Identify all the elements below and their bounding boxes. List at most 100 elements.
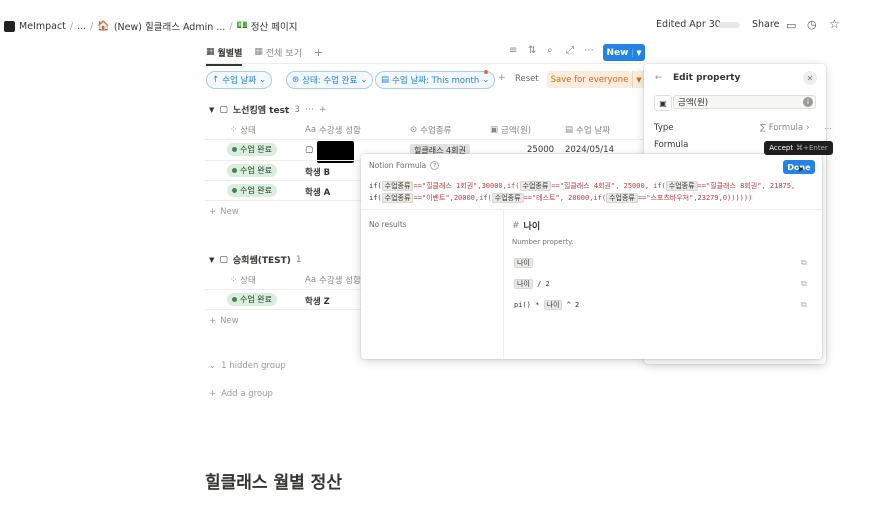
page-icon: ▢ [219, 254, 228, 265]
new-row-button[interactable]: + New [209, 207, 239, 217]
property-token: 수업종류 [381, 193, 414, 203]
column-header-status[interactable]: ⁘ 상태 [230, 274, 256, 286]
formula-input[interactable]: if(수업종류 =="힐클래스 1회권",30000,if(수업종류 =="힐클래스… [369, 180, 817, 204]
group-header[interactable]: ▼ ▢ 승희쌤(TEST) 1 [209, 253, 302, 267]
formula-line-2: if(수업종류 =="이벤트",20000,if(수업종류 =="테스트", 200… [369, 193, 753, 203]
add-view-button[interactable]: + [314, 46, 323, 59]
divider [205, 200, 361, 201]
close-icon[interactable]: ✕ [803, 71, 817, 85]
sort-icon[interactable]: ⇅ [528, 45, 536, 56]
sigma-icon: ∑ [760, 123, 766, 133]
help-icon[interactable]: ? [430, 161, 440, 170]
money-icon: ▣ [490, 125, 499, 135]
avatar[interactable] [718, 22, 740, 28]
tab-all[interactable]: ▦ 전체 보기 [254, 46, 302, 59]
caret-down-icon[interactable]: ▼ [209, 106, 214, 114]
status-icon: ⁘ [230, 125, 238, 135]
formula-title: Notion Formula ? [369, 161, 440, 170]
status-icon: ⁘ [230, 275, 238, 285]
page-icon: ▢ [305, 145, 314, 155]
breadcrumb-workspace[interactable]: MeImpact [19, 21, 66, 32]
page-icon: ▢ [219, 104, 228, 115]
breadcrumb-ellipsis[interactable]: ... [77, 21, 86, 32]
status-filter-chip[interactable]: ⊛ 상태: 수업 완료 ⌄ [286, 71, 374, 89]
money-icon[interactable]: ▣ [654, 95, 672, 111]
text-type-icon: Aa [305, 125, 317, 135]
chevron-down-icon: ⌄ [360, 75, 368, 85]
type-selector[interactable]: ∑ Formula › [760, 123, 810, 133]
page-heading: 힐클래스 월별 정산 [205, 473, 342, 493]
more-icon[interactable]: ⋯ [305, 105, 314, 115]
table-icon: ▦ [206, 47, 215, 57]
divider [205, 63, 643, 64]
arrow-up-icon: ↑ [212, 75, 220, 85]
group-header[interactable]: ▼ ▢ 노선킹엠 test 3 ⋯ + [209, 103, 327, 117]
copy-icon[interactable]: ⧉ [801, 279, 807, 289]
add-group-button[interactable]: + Add a group [209, 389, 273, 399]
copy-icon[interactable]: ⧉ [801, 300, 807, 310]
accept-tooltip: Accept ⌘+Enter [764, 141, 833, 155]
property-token: 수업종류 [381, 181, 414, 191]
column-header-name[interactable]: Aa 수강생 성함 [305, 124, 361, 136]
status-badge[interactable]: 수업 완료 [227, 184, 277, 197]
calendar-icon: ▤ [381, 75, 390, 85]
column-header-status[interactable]: ⁘ 상태 [230, 124, 256, 136]
expand-icon[interactable]: ⤢ [566, 45, 574, 56]
property-token: 수업종류 [606, 193, 638, 203]
save-for-everyone-button[interactable]: Save for everyone [547, 71, 632, 88]
select-icon: ⊙ [410, 125, 418, 135]
chevron-down-icon[interactable]: ▼ [632, 48, 645, 57]
house-icon: 🏠 [97, 20, 110, 32]
property-token: 수업종류 [519, 181, 552, 191]
breadcrumb-parent[interactable]: (New) 힐클래스 Admin ... [114, 19, 226, 33]
copy-icon[interactable]: ⧉ [801, 258, 807, 268]
add-icon[interactable]: + [319, 105, 327, 115]
formula-example[interactable]: 나이 [514, 258, 533, 268]
star-icon[interactable]: ☆ [829, 17, 840, 31]
divider [205, 160, 361, 161]
filter-changed-dot [484, 70, 488, 74]
student-name[interactable]: 학생 A [305, 186, 330, 198]
back-arrow-icon[interactable]: ← [655, 73, 663, 83]
date-range-filter-chip[interactable]: ▤ 수업 날짜: This month ⌄ [375, 71, 496, 89]
breadcrumb-current[interactable]: 정산 페이지 [251, 19, 298, 33]
new-button[interactable]: New ▼ [603, 44, 645, 61]
more-icon[interactable]: ⋯ [584, 45, 594, 56]
status-badge[interactable]: 수업 완료 [227, 164, 277, 177]
reset-button[interactable]: Reset [515, 74, 539, 84]
column-header-date[interactable]: ▤ 수업 날짜 [565, 124, 610, 136]
date-sort-chip[interactable]: ↑ 수업 날짜 ⌄ [206, 71, 273, 89]
status-badge[interactable]: 수업 완료 [227, 143, 277, 156]
add-filter-button[interactable]: + [498, 73, 506, 83]
more-icon[interactable]: ⋯ [824, 124, 832, 133]
divider [361, 209, 822, 210]
student-name[interactable]: 학생 Z [305, 295, 330, 307]
property-name-input[interactable]: 금액(원) [673, 95, 816, 109]
clock-icon[interactable]: ◷ [807, 18, 817, 31]
filter-icon[interactable]: ≡ [509, 45, 517, 56]
formula-example[interactable]: pi() * 나이 ^ 2 [514, 300, 579, 310]
status-badge[interactable]: 수업 완료 [227, 293, 277, 306]
comment-icon[interactable]: ▭ [786, 19, 796, 32]
hidden-group-toggle[interactable]: ⌄ 1 hidden group [209, 361, 286, 371]
student-name[interactable]: 학생 B [305, 166, 330, 178]
column-header-type[interactable]: ⊙ 수업종류 [410, 124, 451, 136]
new-row-button[interactable]: + New [209, 316, 239, 326]
chevron-down-icon: ⌄ [482, 75, 490, 85]
caret-down-icon[interactable]: ▼ [209, 256, 214, 264]
chevron-right-icon: › [806, 123, 810, 133]
share-button[interactable]: Share [752, 19, 779, 30]
info-icon[interactable]: i [803, 97, 813, 107]
text-type-icon: Aa [305, 275, 317, 285]
search-icon[interactable]: ⌕ [547, 45, 553, 56]
column-header-amount[interactable]: ▣ 금액(원) [490, 124, 531, 136]
column-header-name[interactable]: Aa 수강생 성함 [305, 274, 361, 286]
calendar-icon: ▤ [565, 125, 574, 135]
formula-example[interactable]: 나이 / 2 [514, 279, 550, 289]
formula-label: Formula [654, 140, 689, 150]
view-tabs: ▦ 월별별 ▦ 전체 보기 + [206, 40, 335, 66]
plus-icon: + [209, 316, 217, 326]
divider [205, 139, 645, 140]
divider [503, 210, 504, 359]
chevron-down-icon: ⌄ [259, 75, 267, 85]
